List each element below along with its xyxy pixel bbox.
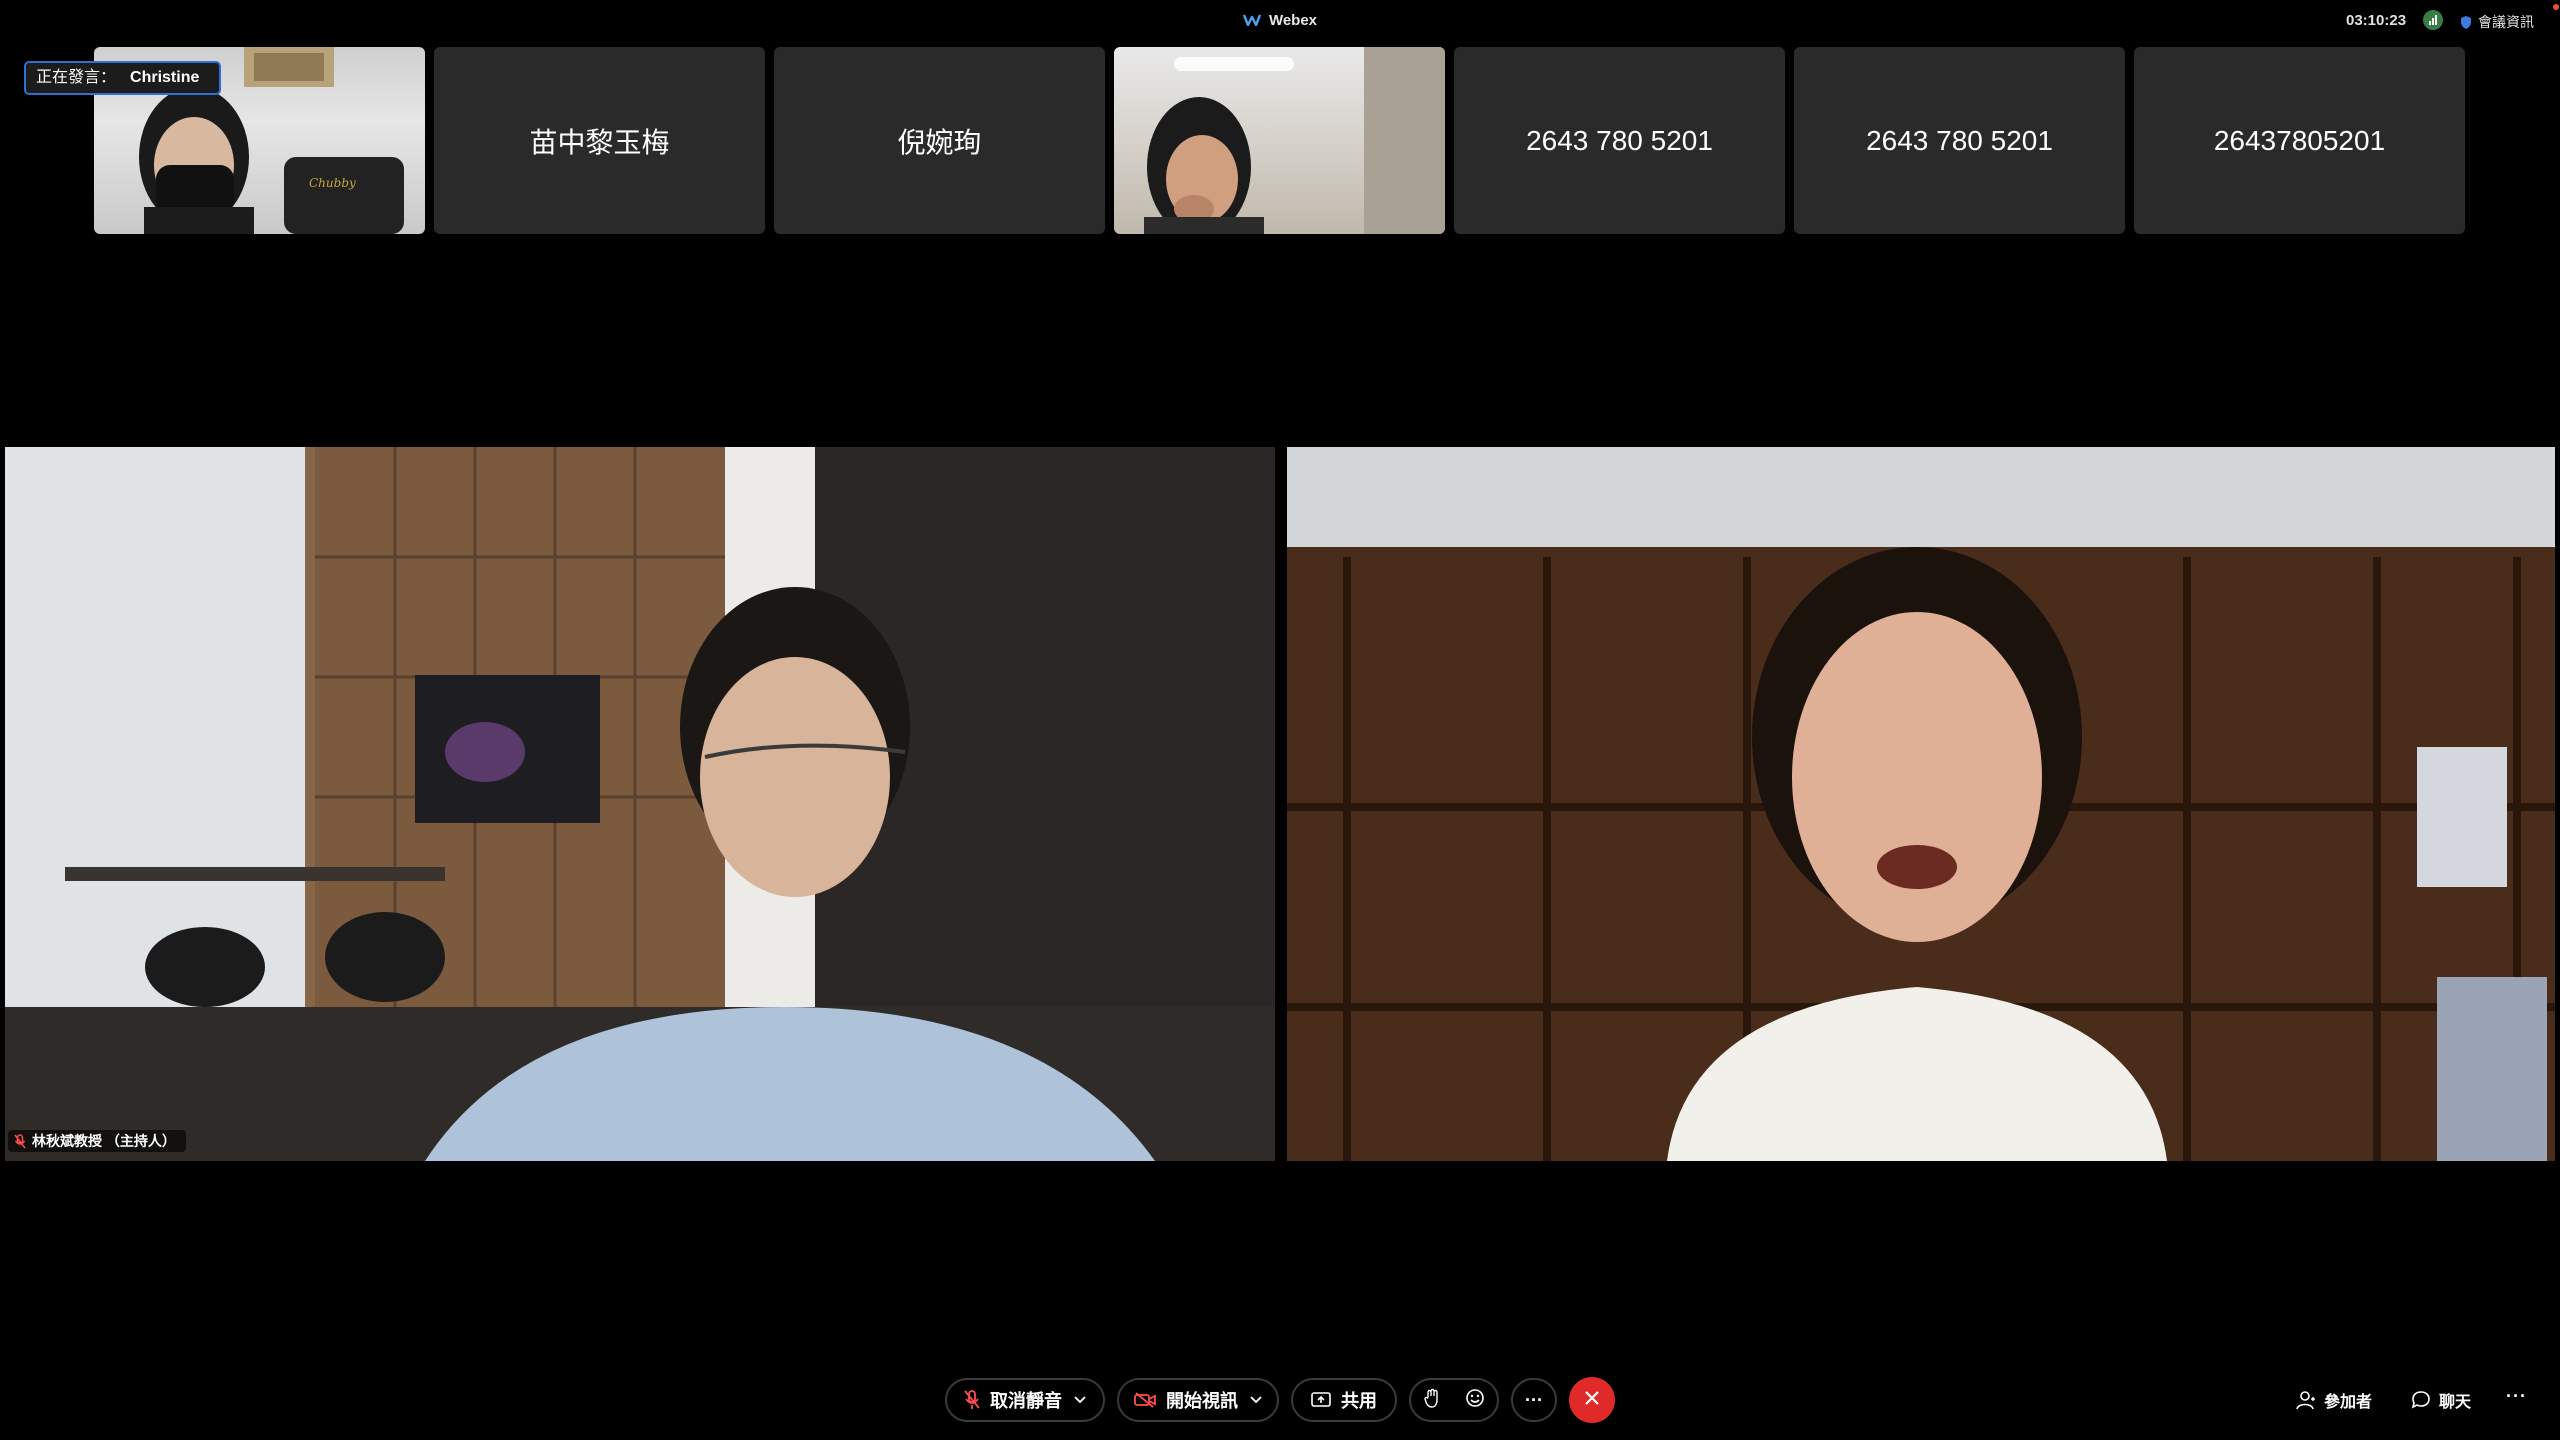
- more-options-button[interactable]: ···: [1511, 1378, 1557, 1422]
- app-title: Webex: [0, 12, 2560, 29]
- participant-name-tile[interactable]: 倪婉珣: [774, 47, 1105, 234]
- participant-name: 2643 780 5201: [1526, 124, 1713, 156]
- host-video-pane[interactable]: [5, 447, 1275, 1161]
- unmute-label: 取消靜音: [990, 1391, 1062, 1411]
- participant-name-tile[interactable]: 26437805201: [2134, 47, 2465, 234]
- participant-video-feed: [1287, 447, 2555, 1161]
- participant-name-tile[interactable]: 2643 780 5201: [1454, 47, 1785, 234]
- reactions-group: [1409, 1378, 1499, 1422]
- active-speaker-badge: 正在發言： Christine: [24, 61, 222, 95]
- more-options-icon: ···: [1525, 1389, 1543, 1410]
- chevron-down-icon[interactable]: [1250, 1396, 1262, 1404]
- overflow-menu-icon: ···: [2506, 1386, 2527, 1406]
- video-off-icon: [1134, 1392, 1156, 1408]
- notification-dot: [2553, 4, 2559, 10]
- muted-mic-icon: [14, 1134, 26, 1156]
- chat-button[interactable]: 聊天: [2411, 1388, 2471, 1412]
- start-video-label: 開始視訊: [1166, 1391, 1238, 1411]
- webex-logo-icon: [1242, 13, 1262, 27]
- reactions-icon[interactable]: [1465, 1388, 1485, 1413]
- participant-name: 苗中黎玉梅: [529, 126, 670, 158]
- participant-name-tile[interactable]: 苗中黎玉梅: [434, 47, 765, 234]
- share-screen-icon: [1311, 1392, 1331, 1408]
- participant-video-tile[interactable]: [1114, 47, 1445, 234]
- raise-hand-icon[interactable]: [1423, 1388, 1440, 1413]
- leave-meeting-button[interactable]: [1569, 1377, 1615, 1423]
- share-button[interactable]: 共用: [1291, 1378, 1397, 1422]
- close-icon: [1584, 1390, 1600, 1411]
- muted-mic-icon: [964, 1389, 980, 1411]
- participant-video-feed: [1144, 47, 1445, 234]
- share-label: 共用: [1341, 1391, 1377, 1411]
- meeting-timer: 03:10:23: [2346, 12, 2407, 29]
- chevron-down-icon[interactable]: [1074, 1396, 1086, 1404]
- overflow-menu-button[interactable]: ···: [2506, 1386, 2527, 1407]
- host-name-tag: 林秋斌教授 （主持人）: [8, 1130, 186, 1152]
- active-speaker-name: Christine: [130, 69, 200, 86]
- chat-icon: [2411, 1390, 2431, 1410]
- participant-name-tile[interactable]: 2643 780 5201: [1794, 47, 2125, 234]
- start-video-button[interactable]: 開始視訊: [1117, 1378, 1279, 1422]
- meeting-info-button[interactable]: 會議資訊: [2460, 12, 2534, 33]
- participant-video-pane[interactable]: [1287, 447, 2555, 1161]
- participants-button[interactable]: 參加者: [2296, 1388, 2372, 1412]
- active-speaker-label: 正在發言：: [36, 69, 117, 86]
- chat-label: 聊天: [2439, 1394, 2472, 1411]
- unmute-button[interactable]: 取消靜音: [945, 1378, 1105, 1422]
- network-signal-icon[interactable]: [2423, 10, 2443, 30]
- participant-name: 倪婉珣: [897, 126, 982, 158]
- participants-label: 參加者: [2324, 1394, 2373, 1411]
- host-video-feed: [5, 447, 1275, 1161]
- participants-icon: [2296, 1390, 2316, 1410]
- host-name: 林秋斌教授 （主持人）: [32, 1133, 176, 1149]
- participant-name: 2643 780 5201: [1866, 124, 2053, 156]
- app-title-text: Webex: [1268, 12, 1318, 29]
- shield-icon: [2460, 15, 2472, 33]
- meeting-info-label: 會議資訊: [2478, 14, 2534, 30]
- participant-name: 26437805201: [2213, 124, 2386, 156]
- svg-text:Chubby: Chubby: [309, 176, 356, 190]
